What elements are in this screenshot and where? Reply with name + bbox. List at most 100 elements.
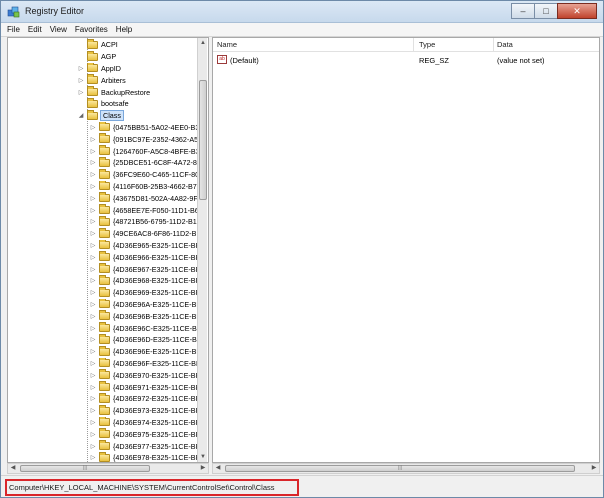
tree-item[interactable]: ▷ {4D36E969-E325-11CE-BF: [89, 286, 208, 299]
menu-favorites[interactable]: Favorites: [75, 25, 108, 34]
tree-expander-icon[interactable]: ▷: [89, 148, 97, 155]
tree-item[interactable]: ▷ {4D36E96D-E325-11CE-BI: [89, 334, 208, 346]
tree-item[interactable]: ACPI: [77, 39, 208, 51]
tree-item[interactable]: ▷ Arbiters: [77, 74, 208, 86]
tree-expander-icon[interactable]: ▷: [89, 431, 97, 438]
tree-item[interactable]: ▷ {091BC97E-2352-4362-A5: [89, 133, 208, 145]
tree-item[interactable]: ▷ {4D36E96C-E325-11CE-BI: [89, 322, 208, 334]
tree-expander-icon[interactable]: ▷: [77, 65, 85, 72]
tree-item[interactable]: ▷ {4658EE7E-F050-11D1-B6: [89, 204, 208, 216]
scroll-left-arrow-icon[interactable]: ◀: [213, 464, 223, 473]
column-divider[interactable]: [493, 38, 494, 52]
tree-expander-icon[interactable]: ▷: [89, 419, 97, 426]
value-row[interactable]: ab (Default) REG_SZ (value not set): [213, 54, 599, 66]
tree-item[interactable]: ▷ {4D36E96E-E325-11CE-BF: [89, 345, 208, 358]
tree-expander-icon[interactable]: ▷: [89, 395, 97, 402]
tree-expander-icon[interactable]: ▷: [89, 242, 97, 249]
tree-item[interactable]: ▷ {4D36E96B-E325-11CE-BF: [89, 310, 208, 322]
tree-item[interactable]: ▷ {25DBCE51-6C8F-4A72-8: [89, 157, 208, 169]
tree-expander-icon[interactable]: ▷: [89, 277, 97, 284]
column-header-type[interactable]: Type: [419, 40, 435, 49]
tree-item[interactable]: bootsafe: [77, 98, 208, 110]
tree-item[interactable]: ▷ {4D36E96A-E325-11CE-BF: [89, 298, 208, 311]
scroll-right-arrow-icon[interactable]: ▶: [198, 464, 208, 473]
values-list-pane[interactable]: Name Type Data ab (Default) REG_SZ (valu…: [212, 37, 600, 463]
menu-edit[interactable]: Edit: [28, 25, 42, 34]
tree-expander-icon[interactable]: ▷: [89, 348, 97, 355]
scroll-down-arrow-icon[interactable]: ▼: [198, 452, 208, 462]
menu-view[interactable]: View: [50, 25, 67, 34]
tree-expander-icon[interactable]: ▷: [77, 89, 85, 96]
tree-expander-icon[interactable]: ▷: [89, 195, 97, 202]
tree-expander-icon[interactable]: ▷: [89, 254, 97, 261]
scroll-thumb[interactable]: |||: [20, 465, 150, 472]
tree-item[interactable]: ◢ Class: [77, 109, 208, 122]
menu-help[interactable]: Help: [116, 25, 132, 34]
tree-item[interactable]: ▷ {4D36E972-E325-11CE-BF: [89, 393, 208, 405]
list-horizontal-scrollbar[interactable]: ◀ ||| ▶: [212, 463, 600, 474]
tree-expander-icon[interactable]: ▷: [89, 336, 97, 343]
tree-expander-icon[interactable]: ▷: [89, 454, 97, 461]
tree-expander-icon[interactable]: ▷: [89, 218, 97, 225]
tree-item[interactable]: ▷ {4D36E971-E325-11CE-BF: [89, 381, 208, 393]
tree-item[interactable]: ▷ {4D36E970-E325-11CE-BF: [89, 369, 208, 381]
tree-item[interactable]: ▷ AppID: [77, 62, 208, 75]
scroll-thumb[interactable]: [199, 80, 207, 200]
tree-item[interactable]: ▷ {4D36E966-E325-11CE-BF: [89, 251, 208, 263]
tree-expander-icon[interactable]: ▷: [89, 289, 97, 296]
tree-item-label: Arbiters: [101, 75, 126, 85]
tree-expander-icon[interactable]: ▷: [89, 325, 97, 332]
tree-item[interactable]: ▷ BackupRestore: [77, 86, 208, 98]
tree-expander-icon[interactable]: ▷: [89, 407, 97, 414]
folder-icon: [99, 275, 110, 285]
tree-expander-icon[interactable]: ▷: [89, 360, 97, 367]
tree-item[interactable]: ▷ {4D36E973-E325-11CE-BF: [89, 404, 208, 417]
tree-horizontal-scrollbar[interactable]: ◀ ||| ▶: [7, 463, 209, 474]
registry-tree-pane[interactable]: ACPI AGP ▷ AppID ▷ Arbiters ▷ BackupRestore boot…: [7, 37, 209, 463]
tree-expander-icon[interactable]: ▷: [89, 230, 97, 237]
tree-expander-icon[interactable]: ▷: [89, 136, 97, 143]
column-header-name[interactable]: Name: [217, 40, 237, 49]
tree-expander-icon[interactable]: ▷: [89, 266, 97, 273]
scroll-thumb[interactable]: |||: [225, 465, 575, 472]
scroll-up-arrow-icon[interactable]: ▲: [198, 38, 208, 48]
minimize-button[interactable]: –: [511, 3, 535, 19]
tree-expander-icon[interactable]: ▷: [89, 443, 97, 450]
tree-expander-icon[interactable]: ▷: [77, 77, 85, 84]
tree-item[interactable]: ▷ {4D36E974-E325-11CE-BF: [89, 416, 208, 429]
tree-item[interactable]: ▷ {1264760F-A5C8-4BFE-B3: [89, 145, 208, 157]
tree-item[interactable]: ▷ {43675D81-502A-4A82-9F: [89, 192, 208, 204]
tree-item[interactable]: ▷ {4D36E977-E325-11CE-BF: [89, 440, 208, 452]
scroll-left-arrow-icon[interactable]: ◀: [8, 464, 18, 473]
tree-item[interactable]: ▷ {36FC9E60-C465-11CF-80: [89, 168, 208, 181]
tree-item[interactable]: ▷ {4D36E965-E325-11CE-BF: [89, 239, 208, 252]
folder-icon: [99, 334, 110, 344]
tree-expander-icon[interactable]: ▷: [89, 124, 97, 131]
tree-expander-icon[interactable]: ◢: [77, 112, 85, 119]
tree-expander-icon[interactable]: ▷: [89, 384, 97, 391]
tree-expander-icon[interactable]: ▷: [89, 207, 97, 214]
scroll-right-arrow-icon[interactable]: ▶: [589, 464, 599, 473]
tree-vertical-scrollbar[interactable]: ▲ ▼: [197, 38, 207, 462]
tree-item[interactable]: ▷ {48721B56-6795-11D2-B1: [89, 216, 208, 228]
tree-item[interactable]: ▷ {4116F60B-25B3-4662-B7: [89, 180, 208, 193]
tree-item[interactable]: ▷ {0475BB51-5A02-4EE0-B3: [89, 121, 208, 134]
column-header-data[interactable]: Data: [497, 40, 513, 49]
menu-file[interactable]: File: [7, 25, 20, 34]
tree-item[interactable]: ▷ {4D36E968-E325-11CE-BF: [89, 275, 208, 287]
tree-item[interactable]: ▷ {4D36E96F-E325-11CE-BF: [89, 357, 208, 370]
maximize-button[interactable]: □: [534, 3, 558, 19]
close-button[interactable]: ✕: [557, 3, 597, 19]
tree-expander-icon[interactable]: ▷: [89, 171, 97, 178]
tree-expander-icon[interactable]: ▷: [89, 372, 97, 379]
tree-item[interactable]: ▷ {4D36E975-E325-11CE-BF: [89, 428, 208, 440]
tree-expander-icon[interactable]: ▷: [89, 313, 97, 320]
tree-expander-icon[interactable]: ▷: [89, 183, 97, 190]
tree-item[interactable]: ▷ {4D36E967-E325-11CE-BF: [89, 263, 208, 275]
tree-item[interactable]: ▷ {4D36E978-E325-11CE-BF: [89, 452, 208, 462]
tree-item[interactable]: ▷ {49CE6AC8-6F86-11D2-B: [89, 227, 208, 240]
tree-item[interactable]: AGP: [77, 50, 208, 63]
column-divider[interactable]: [413, 38, 414, 52]
tree-expander-icon[interactable]: ▷: [89, 301, 97, 308]
tree-expander-icon[interactable]: ▷: [89, 159, 97, 166]
